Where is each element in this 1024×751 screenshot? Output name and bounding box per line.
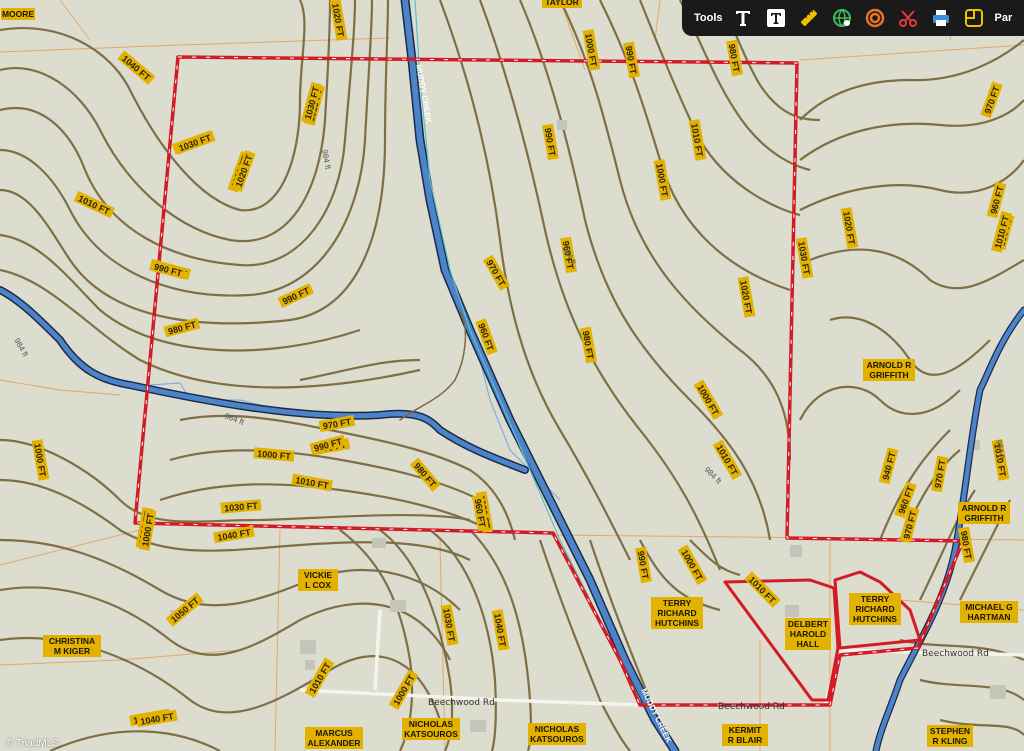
- road-label-west: Beechwood Rd: [428, 698, 495, 708]
- watermark: © TriadMLS: [6, 738, 59, 749]
- owner-label-line: HARTMAN: [968, 612, 1011, 622]
- print-icon[interactable]: [929, 6, 953, 30]
- owner-label-line: L COX: [305, 580, 331, 590]
- owner-label-line: STEPHEN: [930, 726, 970, 736]
- owner-label[interactable]: MARCUSALEXANDER: [305, 727, 363, 749]
- owner-label-line: ARNOLD R: [962, 503, 1007, 513]
- owner-label-line: MICHAEL G: [965, 602, 1013, 612]
- parcel-map[interactable]: 1040 FT1030 FT1020 FT1010 FT1000 FT990 F…: [0, 0, 1024, 751]
- text-tool-icon[interactable]: [731, 6, 755, 30]
- owner-label[interactable]: KERMITR BLAIR: [722, 724, 768, 746]
- owner-label-line: TERRY: [663, 598, 692, 608]
- toolbar-title: Tools: [694, 12, 723, 24]
- target-icon[interactable]: [863, 6, 887, 30]
- panel-button-label[interactable]: Par: [995, 12, 1013, 24]
- owner-label-line: VICKIE: [304, 570, 333, 580]
- text-box-icon[interactable]: [764, 6, 788, 30]
- owner-label[interactable]: STEPHENR KLING: [927, 725, 973, 747]
- owner-label[interactable]: DELBERTHAROLDHALL: [785, 618, 831, 650]
- owner-label-line: HAROLD: [790, 629, 826, 639]
- road-label-middle: Beechwood Rd: [718, 702, 785, 712]
- owner-label[interactable]: MOORE: [1, 8, 35, 20]
- road-label-east: Beechwood Rd: [922, 649, 989, 659]
- owner-label[interactable]: TERRYRICHARDHUTCHINS: [849, 593, 901, 625]
- owner-label-line: GRIFFITH: [964, 513, 1003, 523]
- owner-label-line: ARNOLD R: [867, 360, 912, 370]
- owner-label[interactable]: NICHOLASKATSOUROS: [402, 718, 460, 740]
- owner-label-line: CHRISTINA: [49, 636, 95, 646]
- owner-label-line: M KIGER: [54, 646, 90, 656]
- scissors-icon[interactable]: [896, 6, 920, 30]
- owner-label-line: HUTCHINS: [853, 614, 897, 624]
- owner-label[interactable]: CHRISTINAM KIGER: [43, 635, 101, 657]
- owner-label-line: HUTCHINS: [655, 618, 699, 628]
- owner-label-line: MOORE: [2, 9, 34, 19]
- owner-label-line: KERMIT: [729, 725, 762, 735]
- layers-panel-icon[interactable]: [962, 6, 986, 30]
- globe-icon[interactable]: [830, 6, 854, 30]
- owner-label[interactable]: MICHAEL GHARTMAN: [960, 601, 1018, 623]
- owner-label[interactable]: TERRYRICHARDHUTCHINS: [651, 597, 703, 629]
- owner-label-line: MARCUS: [315, 728, 353, 738]
- owner-label-line: RICHARD: [855, 604, 894, 614]
- owner-label-line: TAYLOR: [545, 0, 579, 7]
- owner-label-line: NICHOLAS: [535, 724, 580, 734]
- owner-label[interactable]: VICKIEL COX: [298, 569, 338, 591]
- owner-label-line: RICHARD: [657, 608, 696, 618]
- owner-label-line: KATSOUROS: [530, 734, 584, 744]
- owner-label-line: HALL: [797, 639, 820, 649]
- owner-label[interactable]: TAYLOR: [542, 0, 582, 8]
- ruler-icon[interactable]: [797, 6, 821, 30]
- map-toolbar: Tools Par: [682, 0, 1024, 36]
- owner-label-line: R BLAIR: [728, 735, 762, 745]
- owner-label-line: NICHOLAS: [409, 719, 454, 729]
- owner-label-line: KATSOUROS: [404, 729, 458, 739]
- owner-label[interactable]: ARNOLD RGRIFFITH: [958, 502, 1010, 524]
- owner-label-line: GRIFFITH: [869, 370, 908, 380]
- owner-label[interactable]: NICHOLASKATSOUROS: [528, 723, 586, 745]
- owner-label-line: R KLING: [933, 736, 968, 746]
- owner-label-line: TERRY: [861, 594, 890, 604]
- owner-label-line: DELBERT: [788, 619, 829, 629]
- owner-label[interactable]: ARNOLD RGRIFFITH: [863, 359, 915, 381]
- owner-label-line: ALEXANDER: [308, 738, 361, 748]
